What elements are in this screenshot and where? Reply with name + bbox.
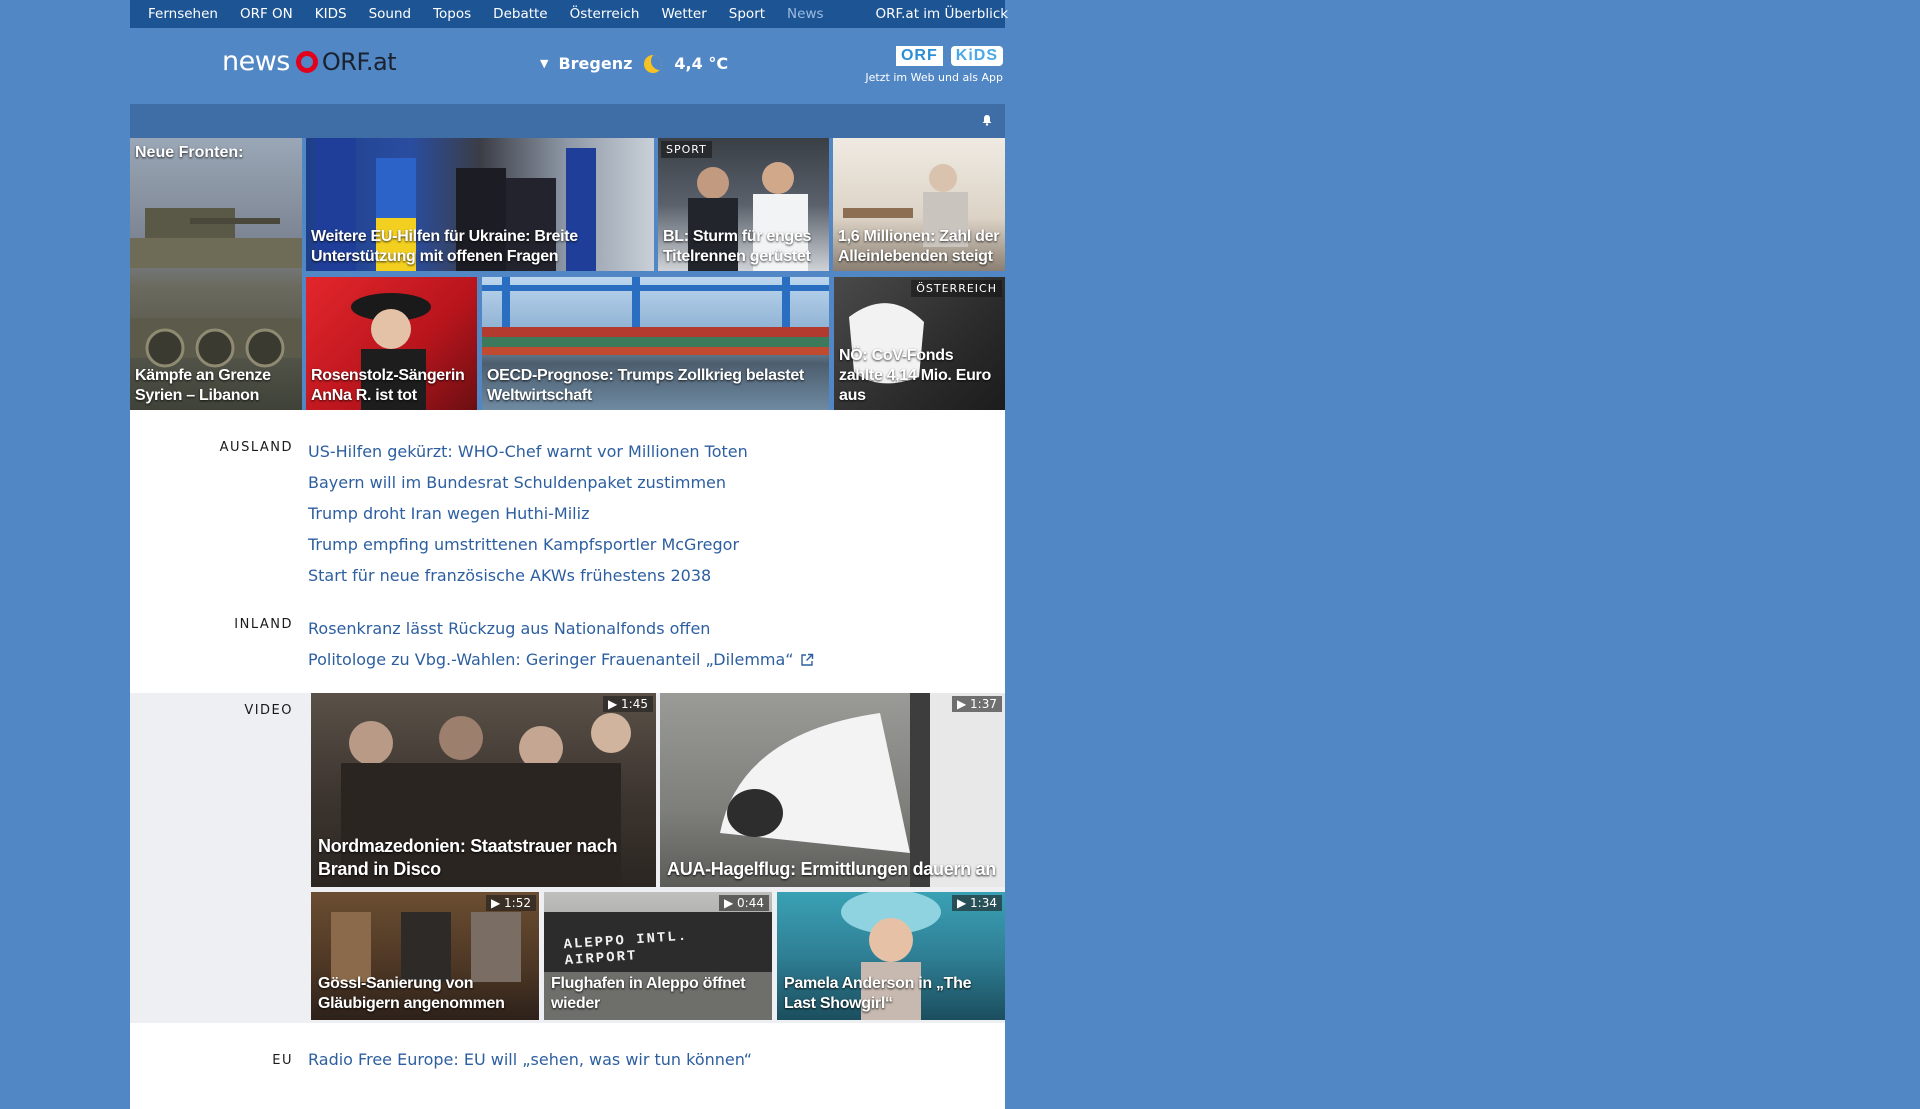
news-link[interactable]: US-Hilfen gekürzt: WHO-Chef warnt vor Mi… <box>308 436 748 467</box>
external-link-icon <box>800 653 813 666</box>
nav-item-debatte[interactable]: Debatte <box>493 6 547 22</box>
main-column: Fernsehen ORF ON KIDS Sound Topos Debatt… <box>130 0 1008 1109</box>
story-tile-sport[interactable]: SPORT BL: Sturm für enges Titelrennen ge… <box>658 138 829 271</box>
video-duration-text: 0:44 <box>737 896 764 910</box>
tank-image <box>130 208 302 368</box>
kids-tagline: Jetzt im Web und als App <box>865 71 1003 84</box>
orf-badge: ORF <box>895 46 943 66</box>
video-tile[interactable]: ALEPPO INTL. AIRPORT ▶ 0:44 Flughafen in… <box>544 892 772 1020</box>
logo-news-text: news <box>222 46 290 77</box>
video-duration: ▶ 0:44 <box>719 895 769 911</box>
section-inland: INLAND Rosenkranz lässt Rückzug aus Nati… <box>130 591 1005 675</box>
logo-orfat-text: ORF.at <box>321 47 397 76</box>
video-duration: ▶ 1:45 <box>603 696 653 712</box>
section-label-ausland: AUSLAND <box>219 440 293 455</box>
video-duration-text: 1:45 <box>621 697 648 711</box>
story-tile-oecd[interactable]: OECD-Prognose: Trumps Zollkrieg belastet… <box>482 277 829 410</box>
section-eu: EU Radio Free Europe: EU will „sehen, wa… <box>130 1023 1005 1109</box>
news-link[interactable]: Rosenkranz lässt Rückzug aus Nationalfon… <box>308 613 814 644</box>
nav-item-topos[interactable]: Topos <box>433 6 471 22</box>
top-story-tiles: Neue Fronten: Kämpfe an Grenze Syrien – … <box>130 138 1005 410</box>
nav-item-kids[interactable]: KIDS <box>315 6 347 22</box>
news-link[interactable]: Radio Free Europe: EU will „sehen, was w… <box>308 1049 752 1071</box>
location-dropdown-icon[interactable]: ▼ <box>540 57 548 70</box>
bell-icon[interactable] <box>981 114 993 126</box>
ausland-links: US-Hilfen gekürzt: WHO-Chef warnt vor Mi… <box>308 436 748 591</box>
video-duration-text: 1:34 <box>970 896 997 910</box>
video-caption: AUA-Hagelflug: Ermittlungen dauern an <box>667 859 996 879</box>
video-caption: Nordmazedonien: Staatstrauer nach Brand … <box>318 836 618 879</box>
video-caption: Flughafen in Aleppo öffnet wieder <box>551 975 746 1012</box>
video-duration: ▶ 1:37 <box>952 696 1002 712</box>
nav-item-orf-on[interactable]: ORF ON <box>240 6 293 22</box>
story-tile-syria[interactable]: Neue Fronten: Kämpfe an Grenze Syrien – … <box>130 138 302 410</box>
section-video: VIDEO ▶ 1:45 Nordmazedonien: Staatstraue… <box>130 693 1005 1023</box>
inland-links: Rosenkranz lässt Rückzug aus Nationalfon… <box>308 613 814 675</box>
tile-caption: 1,6 Millionen: Zahl der Alleinlebenden s… <box>838 228 1000 265</box>
video-tile[interactable]: ▶ 1:37 AUA-Hagelflug: Ermittlungen dauer… <box>660 693 1005 887</box>
moon-icon <box>644 54 663 73</box>
news-orf-logo[interactable]: news ORF.at <box>222 46 397 77</box>
news-link[interactable]: Start für neue französische AKWs frühest… <box>308 560 748 591</box>
video-duration: ▶ 1:52 <box>486 895 536 911</box>
weather-city[interactable]: Bregenz <box>558 54 632 73</box>
nav-item-wetter[interactable]: Wetter <box>661 6 706 22</box>
orf-kids-logo: ORF KiDS <box>865 46 1003 66</box>
nav-item-oesterreich[interactable]: Österreich <box>570 6 640 22</box>
weather-widget: ▼ Bregenz 4,4 °C <box>540 54 728 73</box>
news-content: AUSLAND US-Hilfen gekürzt: WHO-Chef warn… <box>130 410 1005 1109</box>
section-label-inland: INLAND <box>234 617 293 632</box>
tile-caption: OECD-Prognose: Trumps Zollkrieg belastet… <box>487 367 804 404</box>
tile-caption: Weitere EU-Hilfen für Ukraine: Breite Un… <box>311 228 578 265</box>
video-caption: Gössl-Sanierung von Gläubigern angenomme… <box>318 975 505 1012</box>
news-link[interactable]: Trump droht Iran wegen Huthi-Miliz <box>308 498 748 529</box>
tile-category-tag: ÖSTERREICH <box>911 280 1002 297</box>
tile-category-tag: SPORT <box>661 141 712 158</box>
tile-caption: BL: Sturm für enges Titelrennen gerüstet <box>663 228 812 265</box>
site-header: news ORF.at ▼ Bregenz 4,4 °C ORF KiDS Je… <box>130 28 1005 104</box>
video-duration-text: 1:52 <box>504 896 531 910</box>
section-label-eu: EU <box>272 1053 293 1068</box>
top-navigation: Fernsehen ORF ON KIDS Sound Topos Debatt… <box>130 0 1008 28</box>
nav-item-overview[interactable]: ORF.at im Überblick <box>876 6 1009 22</box>
video-caption: Pamela Anderson in „The Last Showgirl“ <box>784 975 972 1012</box>
nav-item-sport[interactable]: Sport <box>729 6 765 22</box>
notification-bar <box>130 104 1005 138</box>
story-tile-rosenstolz[interactable]: Rosenstolz-Sängerin AnNa R. ist tot <box>306 277 477 410</box>
section-label-video: VIDEO <box>244 703 293 718</box>
story-tile-alleinlebende[interactable]: 1,6 Millionen: Zahl der Alleinlebenden s… <box>833 138 1005 271</box>
news-link-external[interactable]: Politologe zu Vbg.-Wahlen: Geringer Frau… <box>308 644 814 675</box>
kids-badge: KiDS <box>950 46 1003 66</box>
video-duration-text: 1:37 <box>970 697 997 711</box>
eu-links: Radio Free Europe: EU will „sehen, was w… <box>308 1049 752 1109</box>
orf-ring-icon <box>295 50 318 73</box>
tile-caption: NÖ: CoV-Fonds zahlte 4,14 Mio. Euro aus <box>839 347 991 404</box>
news-link[interactable]: Trump empfing umstrittenen Kampfsportler… <box>308 529 748 560</box>
nav-item-sound[interactable]: Sound <box>369 6 412 22</box>
orf-kids-promo[interactable]: ORF KiDS Jetzt im Web und als App <box>865 46 1003 84</box>
story-tile-cov-fonds[interactable]: ÖSTERREICH NÖ: CoV-Fonds zahlte 4,14 Mio… <box>834 277 1005 410</box>
nav-item-news[interactable]: News <box>787 6 823 22</box>
news-link-text: Politologe zu Vbg.-Wahlen: Geringer Frau… <box>308 650 794 669</box>
story-tile-eu-ukraine[interactable]: Weitere EU-Hilfen für Ukraine: Breite Un… <box>306 138 654 271</box>
video-duration: ▶ 1:34 <box>952 895 1002 911</box>
tile-top-caption: Neue Fronten: <box>135 144 244 161</box>
video-tile[interactable]: ▶ 1:34 Pamela Anderson in „The Last Show… <box>777 892 1005 1020</box>
tile-caption: Rosenstolz-Sängerin AnNa R. ist tot <box>311 367 465 404</box>
nav-item-fernsehen[interactable]: Fernsehen <box>148 6 218 22</box>
video-tile[interactable]: ▶ 1:52 Gössl-Sanierung von Gläubigern an… <box>311 892 539 1020</box>
news-link[interactable]: Bayern will im Bundesrat Schuldenpaket z… <box>308 467 748 498</box>
weather-temperature: 4,4 °C <box>674 54 729 73</box>
section-ausland: AUSLAND US-Hilfen gekürzt: WHO-Chef warn… <box>130 410 1005 591</box>
tile-caption: Kämpfe an Grenze Syrien – Libanon <box>135 367 271 404</box>
video-tile[interactable]: ▶ 1:45 Nordmazedonien: Staatstrauer nach… <box>311 693 656 887</box>
